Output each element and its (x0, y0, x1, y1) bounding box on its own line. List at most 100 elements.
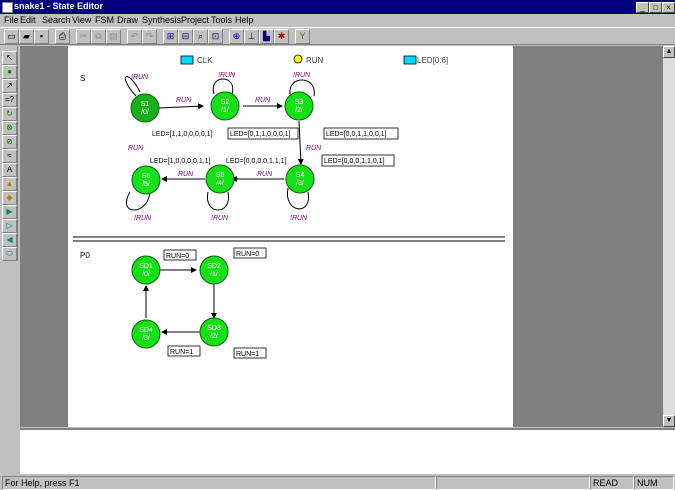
cond-sd4-sd1: RUN=1 (170, 349, 193, 356)
help-button[interactable]: Y (295, 29, 310, 44)
menu-help[interactable]: Help (235, 14, 254, 26)
find-button[interactable]: ⌕ (193, 29, 208, 44)
vertical-scrollbar[interactable]: ▲ ▼ (663, 46, 675, 427)
reset-tool[interactable]: ⊗ (2, 121, 17, 135)
output-pane[interactable] (20, 428, 675, 474)
state-sd2-code: /1/ (210, 271, 218, 278)
link-tool[interactable]: ≈ (2, 149, 17, 163)
loop-s1: !RUN (131, 74, 149, 81)
maximize-button[interactable]: □ (649, 2, 662, 13)
state-s5[interactable]: S5 /4/ (205, 164, 235, 194)
status-mode: READ (590, 476, 634, 490)
action-s1: LED=[1,1,0,0,0,0,1] (152, 131, 213, 138)
diagram-page[interactable]: CLK RUN LED[0:6] S S1 /0/ S2 /1/ S3 /2/ … (68, 46, 513, 427)
action-tool[interactable]: ▲ (2, 177, 17, 191)
add-button[interactable]: ⊕ (229, 29, 244, 44)
cut-button[interactable]: ✂ (76, 29, 91, 44)
scroll-down-arrow-icon[interactable]: ▼ (663, 415, 675, 427)
window-title: snake1 - State Editor (14, 1, 104, 11)
minimize-button[interactable]: _ (636, 2, 649, 13)
port-clk[interactable]: CLK (180, 55, 213, 65)
redo-button[interactable]: ↷ (142, 29, 157, 44)
new-button[interactable]: ▭ (4, 29, 19, 44)
bus-tool[interactable]: ⬭ (2, 247, 17, 261)
state-sd1[interactable]: SD1 /0/ (131, 255, 161, 285)
menu-draw[interactable]: Draw (117, 14, 138, 26)
state-sd3[interactable]: SD3 /2/ (199, 317, 229, 347)
fit-button[interactable]: ⊡ (208, 29, 223, 44)
menu-file[interactable]: File (4, 14, 19, 26)
state-s2-code: /1/ (221, 107, 229, 114)
state-sd4-code: /3/ (142, 335, 150, 342)
state-s3-code: /2/ (295, 107, 303, 114)
state-s2-name: S2 (221, 99, 230, 106)
menu-search[interactable]: Search (42, 14, 71, 26)
text-tool[interactable]: A (2, 163, 17, 177)
cond-s4-s5: RUN (257, 171, 273, 178)
state-s1[interactable]: S1 /0/ (130, 93, 160, 123)
state-s2[interactable]: S2 /1/ (210, 91, 240, 121)
input-port-tool[interactable]: ▶ (2, 205, 17, 219)
zoom-out-button[interactable]: ⊟ (178, 29, 193, 44)
cond-s2-s3: RUN (255, 97, 271, 104)
status-position (436, 476, 590, 490)
menu-tools[interactable]: Tools (211, 14, 232, 26)
menu-edit[interactable]: Edit (20, 14, 36, 26)
state-sd3-name: SD3 (207, 325, 221, 332)
tool-palette: ↖ ● ↗ =? ↻ ⊗ ⊘ ≈ A ▲ ◆ ▶ ▷ ◀ ⬭ (0, 46, 18, 261)
state-diagram[interactable]: CLK RUN LED[0:6] S S1 /0/ S2 /1/ S3 /2/ … (68, 46, 513, 427)
transition-tool[interactable]: ↗ (2, 79, 17, 93)
copy-button[interactable]: ⧉ (91, 29, 106, 44)
paste-button[interactable]: ▤ (106, 29, 121, 44)
cond-sd3-sd4: RUN=1 (236, 351, 259, 358)
cond-reset: RUN (128, 145, 144, 152)
scroll-up-arrow-icon[interactable]: ▲ (663, 46, 675, 58)
action-s4: LED=[0,0,0,1,1,0,1] (324, 158, 385, 165)
print-button[interactable]: ⎙ (55, 29, 70, 44)
title-bar: snake1 - State Editor _ □ × (0, 0, 675, 14)
cond-s1-s2: RUN (176, 97, 192, 104)
state-sd1-name: SD1 (139, 263, 153, 270)
close-button[interactable]: × (662, 2, 675, 13)
state-sd4[interactable]: SD4 /3/ (131, 319, 161, 349)
open-button[interactable]: ▰ (19, 29, 34, 44)
menu-fsm[interactable]: FSM (95, 14, 114, 26)
state-s6[interactable]: S6 /5/ (131, 165, 161, 195)
action-s5: LED=[0,0,0,0,1,1,1] (226, 158, 287, 165)
output-port-tool[interactable]: ▷ (2, 219, 17, 233)
loop-s3: !RUN (293, 72, 311, 79)
state-s4-code: /3/ (296, 180, 304, 187)
menu-synthesis[interactable]: Synthesis (142, 14, 181, 26)
diamond-tool[interactable]: ◆ (2, 191, 17, 205)
state-s3-name: S3 (295, 99, 304, 106)
app-icon (2, 2, 13, 13)
select-tool[interactable]: ↖ (2, 51, 17, 65)
port-run-label: RUN (306, 56, 324, 65)
action-s3: LED=[0,0,1,1,0,0,1] (326, 131, 387, 138)
condition-tool[interactable]: =? (2, 93, 17, 107)
cond-sd2-sd3: RUN=0 (236, 251, 259, 258)
state-s3[interactable]: S3 /2/ (284, 91, 314, 121)
loop-s2: !RUN (218, 72, 236, 79)
junction-tool[interactable]: ⊘ (2, 135, 17, 149)
fsm2-label: P0 (80, 251, 90, 260)
zoom-in-button[interactable]: ⊞ (163, 29, 178, 44)
state-s4[interactable]: S4 /3/ (285, 164, 315, 194)
loop-s5: !RUN (211, 215, 229, 222)
align-button[interactable]: ⊥ (244, 29, 259, 44)
undo-button[interactable]: ↶ (127, 29, 142, 44)
port-clk-label: CLK (197, 56, 213, 65)
port-led[interactable]: LED[0:6] (403, 55, 448, 65)
save-button[interactable]: ▪ (34, 29, 49, 44)
self-loop-tool[interactable]: ↻ (2, 107, 17, 121)
menu-project[interactable]: Project (181, 14, 209, 26)
chart-button[interactable]: ▙ (259, 29, 274, 44)
status-num: NUM (634, 476, 674, 490)
port-run[interactable]: RUN (293, 54, 324, 65)
menu-view[interactable]: View (72, 14, 91, 26)
state-sd2[interactable]: SD2 /1/ (199, 255, 229, 285)
state-tool[interactable]: ● (2, 65, 17, 79)
run-button[interactable]: ✱ (274, 29, 289, 44)
state-s5-name: S5 (216, 172, 225, 179)
inout-port-tool[interactable]: ◀ (2, 233, 17, 247)
